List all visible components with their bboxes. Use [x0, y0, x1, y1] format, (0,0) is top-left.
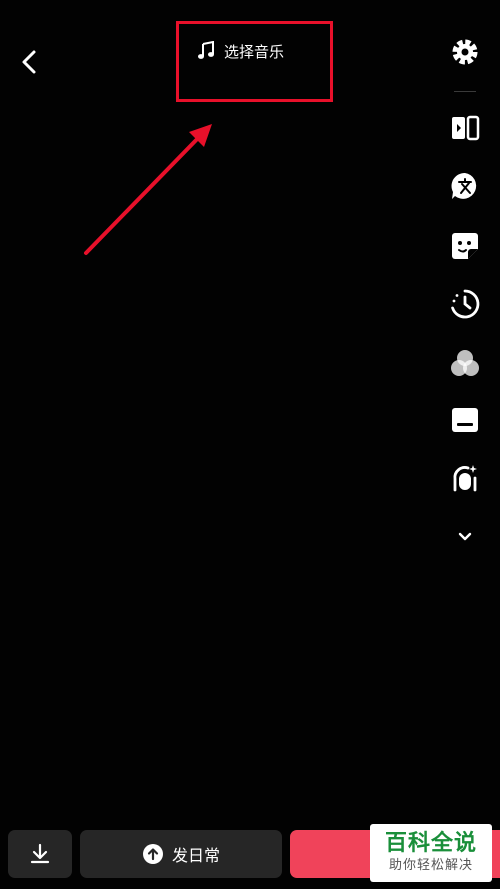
- filter-icon: [451, 350, 479, 376]
- chevron-left-icon: [22, 50, 36, 74]
- filter-button[interactable]: [440, 342, 490, 386]
- text-button[interactable]: [440, 164, 490, 208]
- rail-divider: [454, 91, 476, 92]
- sticker-icon: [452, 233, 478, 259]
- download-icon: [30, 843, 50, 864]
- settings-icon: [452, 39, 478, 65]
- watermark-title: 百科全说: [384, 831, 477, 856]
- back-button[interactable]: [14, 46, 46, 78]
- annotation-highlight-box: [176, 21, 333, 102]
- subtitle-button[interactable]: [440, 398, 490, 442]
- download-button[interactable]: [8, 830, 72, 878]
- settings-button[interactable]: [440, 30, 490, 74]
- beauty-button[interactable]: [440, 456, 490, 500]
- sticker-button[interactable]: [440, 224, 490, 268]
- watermark-logo: 百科全说 助你轻松解决: [370, 824, 492, 882]
- beauty-icon: [453, 465, 477, 492]
- switch-camera-button[interactable]: [440, 106, 490, 150]
- post-daily-button[interactable]: 发日常: [80, 830, 282, 878]
- more-tools-button[interactable]: [440, 514, 490, 558]
- post-daily-label: 发日常: [171, 846, 220, 865]
- switch-camera-icon: [452, 115, 480, 141]
- upload-circle-icon: [142, 844, 163, 864]
- expand-more-icon: [458, 532, 472, 541]
- video-editor-screen: 选择音乐 发日常 百科全说 助你轻松解决: [0, 0, 500, 889]
- subtitle-icon: [452, 408, 478, 432]
- watermark-subtitle: 助你轻松解决: [388, 858, 473, 873]
- timer-icon: [451, 289, 480, 319]
- annotation-arrow: [84, 124, 212, 255]
- text-icon: [451, 172, 477, 199]
- timer-button[interactable]: [440, 282, 490, 326]
